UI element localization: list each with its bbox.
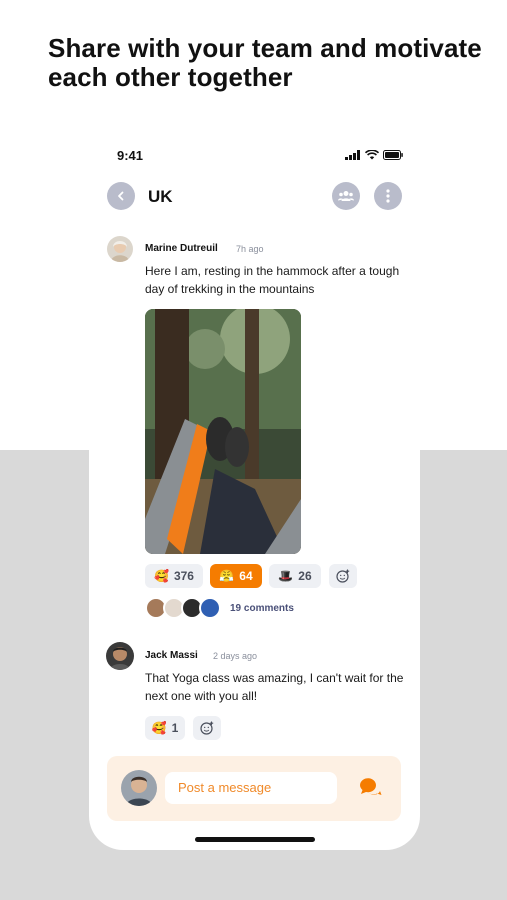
more-button[interactable]: [374, 182, 402, 210]
reaction-emoji: 😤: [219, 569, 235, 583]
reaction-strong[interactable]: 😤 64: [210, 564, 262, 588]
post-author[interactable]: Marine Dutreuil: [145, 243, 218, 254]
reaction-count: 1: [171, 721, 179, 735]
phone-screen: 9:41 UK Marine Dutreuil 7h ago Here I am…: [89, 118, 420, 850]
status-time: 9:41: [117, 148, 144, 163]
group-icon: [338, 191, 354, 201]
home-indicator: [195, 837, 315, 842]
add-emoji-icon: [336, 569, 350, 583]
more-vertical-icon: [386, 189, 390, 203]
channel-title: UK: [148, 187, 173, 206]
reaction-love[interactable]: 🥰 1: [145, 716, 185, 740]
author-avatar[interactable]: [106, 642, 134, 670]
reaction-love[interactable]: 🥰 376: [145, 564, 203, 588]
reaction-emoji: 🎩: [278, 569, 294, 583]
signal-icon: [345, 150, 360, 160]
reaction-emoji: 🥰: [151, 721, 167, 735]
post-text: Here I am, resting in the hammock after …: [145, 264, 400, 296]
add-emoji-icon: [200, 721, 214, 735]
reaction-hat[interactable]: 🎩 26: [269, 564, 321, 588]
back-button[interactable]: [107, 182, 135, 210]
status-icons: [345, 150, 403, 160]
reaction-count: 26: [298, 569, 312, 583]
post-time: 2 days ago: [213, 651, 258, 661]
message-input[interactable]: Post a message: [165, 772, 337, 804]
commenter-avatar: [199, 597, 221, 619]
post-photo[interactable]: [145, 309, 301, 554]
comments-link[interactable]: 19 comments: [230, 603, 294, 614]
add-reaction-button[interactable]: [329, 564, 357, 588]
chevron-left-icon: [118, 191, 124, 201]
members-button[interactable]: [332, 182, 360, 210]
post-time: 7h ago: [236, 244, 264, 254]
avatar-image: [121, 770, 157, 806]
author-avatar[interactable]: [107, 236, 133, 262]
battery-icon: [383, 150, 403, 160]
user-avatar[interactable]: [121, 770, 157, 806]
chat-bubbles-icon: [360, 778, 382, 795]
avatar-image: [107, 236, 133, 262]
reaction-count: 376: [173, 569, 194, 583]
reaction-emoji: 🥰: [154, 569, 169, 583]
post-author[interactable]: Jack Massi: [145, 650, 198, 661]
add-reaction-button[interactable]: [193, 716, 221, 740]
wifi-icon: [365, 150, 379, 160]
post-text: That Yoga class was amazing, I can't wai…: [145, 671, 404, 703]
reaction-count: 64: [239, 569, 253, 583]
hammock-photo: [145, 309, 301, 554]
promo-headline: Share with your team and motivate each o…: [48, 33, 482, 92]
message-composer: Post a message: [107, 756, 401, 821]
avatar-image: [106, 642, 134, 670]
send-button[interactable]: [357, 776, 383, 800]
